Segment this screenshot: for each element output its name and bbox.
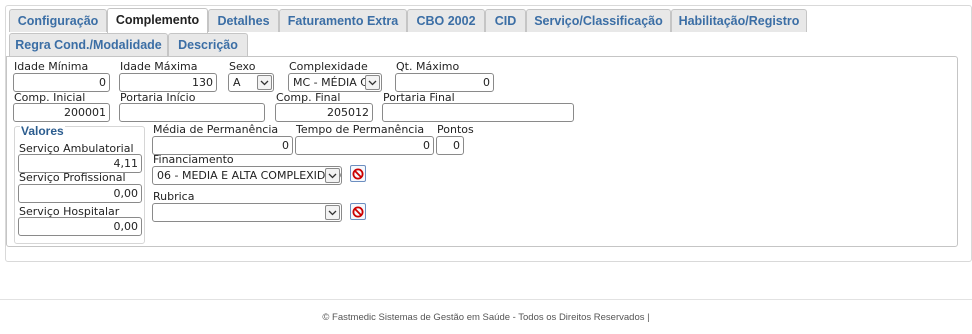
chevron-down-icon: [365, 75, 380, 90]
servico-profissional-input[interactable]: 0,00: [18, 184, 142, 203]
sexo-select[interactable]: A: [228, 73, 274, 92]
idade-maxima-label: Idade Máxima: [120, 60, 198, 73]
complexidade-select[interactable]: MC - MÉDIA C: [288, 73, 382, 92]
complexidade-select-value: MC - MÉDIA C: [293, 76, 368, 89]
chevron-down-icon: [325, 205, 340, 220]
clear-rubrica-button[interactable]: [350, 203, 366, 220]
qt-maximo-input[interactable]: 0: [395, 73, 494, 92]
pontos-label: Pontos: [437, 123, 474, 136]
tab-servico-classificacao[interactable]: Serviço/Classificação: [526, 9, 671, 32]
media-permanencia-label: Média de Permanência: [153, 123, 279, 136]
sexo-label: Sexo: [229, 60, 256, 73]
financiamento-select[interactable]: 06 - MEDIA E ALTA COMPLEXIDADE: [152, 166, 342, 185]
financiamento-select-value: 06 - MEDIA E ALTA COMPLEXIDADE: [157, 169, 342, 182]
tab-regra-cond-modalidade[interactable]: Regra Cond./Modalidade: [9, 33, 168, 56]
idade-minima-input[interactable]: 0: [13, 73, 110, 92]
servico-hospitalar-input[interactable]: 0,00: [18, 217, 142, 236]
tab-cbo-2002[interactable]: CBO 2002: [407, 9, 485, 32]
tab-configuracao[interactable]: Configuração: [9, 9, 107, 32]
financiamento-label: Financiamento: [153, 153, 234, 166]
idade-maxima-input[interactable]: 130: [119, 73, 217, 92]
tempo-permanencia-label: Tempo de Permanência: [296, 123, 425, 136]
prohibited-icon: [352, 168, 364, 179]
chevron-down-icon: [325, 168, 340, 183]
portaria-inicio-input[interactable]: [119, 103, 265, 122]
qt-maximo-label: Qt. Máximo: [396, 60, 460, 73]
tab-complemento[interactable]: Complemento: [107, 8, 208, 33]
clear-financiamento-button[interactable]: [350, 165, 366, 182]
tab-faturamento-extra[interactable]: Faturamento Extra: [279, 9, 407, 32]
portaria-final-input[interactable]: [382, 103, 574, 122]
footer-copyright: © Fastmedic Sistemas de Gestão em Saúde …: [322, 312, 650, 323]
footer-divider: [0, 299, 972, 300]
prohibited-icon: [352, 206, 364, 217]
tab-detalhes[interactable]: Detalhes: [208, 9, 279, 32]
tab-descricao[interactable]: Descrição: [168, 33, 248, 56]
tab-cid[interactable]: CID: [485, 9, 526, 32]
pontos-input[interactable]: 0: [436, 136, 464, 155]
tab-habilitacao-registro[interactable]: Habilitação/Registro: [671, 9, 807, 32]
idade-minima-label: Idade Mínima: [14, 60, 89, 73]
comp-inicial-input[interactable]: 200001: [13, 103, 110, 122]
sexo-select-value: A: [233, 76, 241, 89]
valores-title: Valores: [20, 124, 65, 138]
servico-profissional-label: Serviço Profissional: [19, 171, 126, 184]
rubrica-label: Rubrica: [153, 190, 195, 203]
rubrica-select[interactable]: [152, 203, 342, 222]
complexidade-label: Complexidade: [289, 60, 368, 73]
comp-final-input[interactable]: 205012: [275, 103, 373, 122]
tempo-permanencia-input[interactable]: 0: [295, 136, 434, 155]
chevron-down-icon: [257, 75, 272, 90]
